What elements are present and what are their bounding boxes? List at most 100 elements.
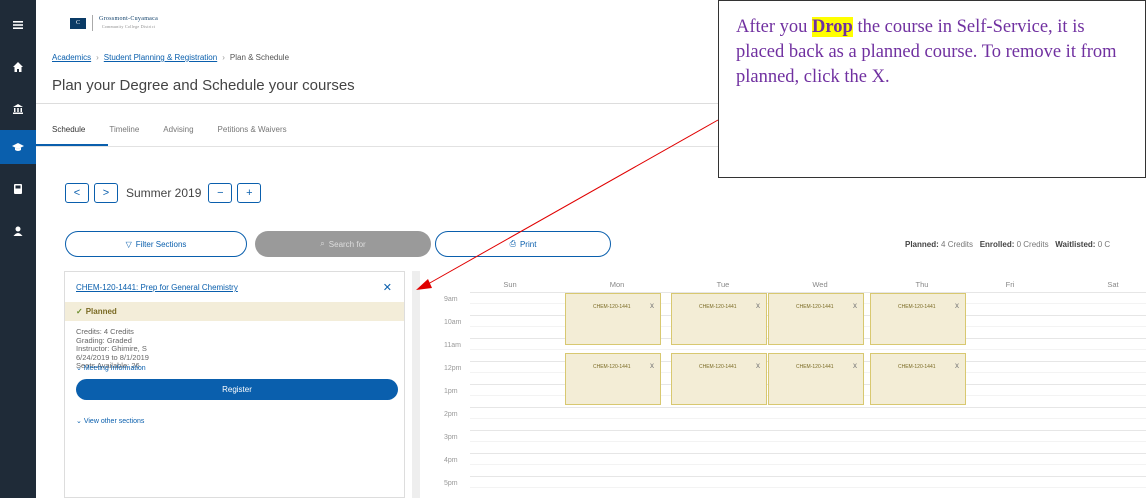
checkmark-icon: ✓ — [76, 307, 83, 316]
remove-term-button[interactable]: − — [208, 183, 233, 203]
day-header-wed: Wed — [812, 280, 828, 289]
course-event-label: CHEM-120-1441 — [898, 364, 936, 370]
left-nav — [0, 0, 36, 498]
filter-sections-label: Filter Sections — [135, 239, 187, 249]
next-term-button[interactable]: > — [94, 183, 118, 203]
breadcrumb-sep: › — [222, 53, 225, 62]
tab-schedule[interactable]: Schedule — [52, 125, 85, 143]
callout-highlight: Drop — [812, 17, 853, 37]
time-label-11am: 11am — [444, 342, 461, 349]
waitlisted-credits-label: Waitlisted: — [1055, 240, 1096, 249]
time-label-9am: 9am — [444, 296, 458, 303]
course-event-label: CHEM-120-1441 — [699, 364, 737, 370]
previous-term-button[interactable]: < — [65, 183, 89, 203]
print-button[interactable]: ⎙ Print — [435, 231, 611, 257]
time-label-10am: 10am — [444, 319, 462, 326]
half-hour-gridline — [470, 487, 1146, 488]
home-icon[interactable] — [0, 50, 36, 84]
half-hour-gridline — [470, 349, 1146, 350]
day-header-tue: Tue — [716, 280, 730, 289]
day-header-mon: Mon — [609, 280, 625, 289]
hour-gridline — [470, 453, 1146, 454]
calendar-splitter[interactable] — [412, 271, 420, 498]
term-navigator: < > Summer 2019 − + — [65, 183, 266, 203]
remove-event-icon[interactable]: x — [955, 361, 959, 370]
half-hour-gridline — [470, 464, 1146, 465]
logo-subtitle: Community College District — [101, 24, 156, 29]
course-event-label: CHEM-120-1441 — [593, 304, 631, 310]
remove-event-icon[interactable]: x — [853, 361, 857, 370]
course-event-label: CHEM-120-1441 — [593, 364, 631, 370]
day-header-fri: Fri — [1005, 280, 1015, 289]
term-label: Summer 2019 — [126, 186, 202, 200]
course-event-label: CHEM-120-1441 — [796, 304, 834, 310]
filter-sections-button[interactable]: ▽ Filter Sections — [65, 231, 247, 257]
breadcrumb-student-planning[interactable]: Student Planning & Registration — [104, 53, 217, 62]
course-event-wed[interactable]: CHEM-120-1441 x — [768, 353, 864, 405]
search-for-sections-button[interactable]: ⌕ Search for — [255, 231, 431, 257]
credit-summary: Planned: 4 Credits Enrolled: 0 Credits W… — [905, 240, 1110, 249]
enrolled-credits-value: 0 Credits — [1016, 240, 1049, 249]
day-header-sat: Sat — [1107, 280, 1119, 289]
add-term-button[interactable]: + — [237, 183, 262, 203]
hamburger-menu-icon[interactable] — [0, 8, 36, 42]
remove-event-icon[interactable]: x — [756, 361, 760, 370]
graduation-cap-icon[interactable] — [0, 130, 36, 164]
view-other-sections-toggle[interactable]: ⌄ View other sections — [76, 417, 144, 425]
enrolled-credits-label: Enrolled: — [979, 240, 1015, 249]
register-button[interactable]: Register — [76, 379, 398, 400]
day-header-thu: Thu — [915, 280, 929, 289]
tab-timeline[interactable]: Timeline — [109, 125, 139, 143]
time-label-2pm: 2pm — [444, 411, 458, 418]
meeting-information-toggle[interactable]: ⌄ Meeting Information — [76, 364, 146, 372]
breadcrumb-current: Plan & Schedule — [229, 53, 290, 62]
planned-status-label: Planned — [85, 307, 117, 316]
remove-event-icon[interactable]: x — [756, 301, 760, 310]
search-label: Search for — [328, 239, 366, 249]
remove-event-icon[interactable]: x — [955, 301, 959, 310]
tab-petitions-waivers[interactable]: Petitions & Waivers — [218, 125, 287, 143]
course-event-thu[interactable]: CHEM-120-1441 x — [870, 293, 966, 345]
course-event-thu[interactable]: CHEM-120-1441 x — [870, 353, 966, 405]
remove-event-icon[interactable]: x — [853, 301, 857, 310]
remove-course-icon[interactable]: ✕ — [383, 281, 392, 294]
print-icon: ⎙ — [509, 239, 516, 248]
course-event-mon[interactable]: CHEM-120-1441 x — [565, 293, 661, 345]
hour-gridline — [470, 476, 1146, 477]
bank-icon[interactable] — [0, 92, 36, 126]
breadcrumb-academics[interactable]: Academics — [52, 53, 91, 62]
tab-bar: Schedule Timeline Advising Petitions & W… — [52, 125, 311, 143]
time-label-5pm: 5pm — [444, 480, 458, 487]
remove-event-icon[interactable]: x — [650, 301, 654, 310]
planned-credits-label: Planned: — [905, 240, 939, 249]
course-event-label: CHEM-120-1441 — [796, 364, 834, 370]
course-event-tue[interactable]: CHEM-120-1441 x — [671, 293, 767, 345]
hour-gridline — [470, 430, 1146, 431]
meeting-information-label: Meeting Information — [83, 365, 146, 372]
course-event-label: CHEM-120-1441 — [699, 304, 737, 310]
user-icon[interactable] — [0, 214, 36, 248]
logo-separator — [92, 15, 93, 31]
breadcrumb: Academics › Student Planning & Registratio… — [52, 53, 289, 62]
course-event-mon[interactable]: CHEM-120-1441 x — [565, 353, 661, 405]
book-icon[interactable] — [0, 172, 36, 206]
course-card: CHEM-120-1441: Prep for General Chemistr… — [64, 271, 405, 498]
print-label: Print — [519, 239, 537, 249]
planned-credits-value: 4 Credits — [941, 240, 974, 249]
course-event-wed[interactable]: CHEM-120-1441 x — [768, 293, 864, 345]
course-event-tue[interactable]: CHEM-120-1441 x — [671, 353, 767, 405]
weekly-calendar: Sun Mon Tue Wed Thu Fri Sat 9am 10am 11am 12pm 1pm 2… — [430, 272, 1146, 498]
course-title-link[interactable]: CHEM-120-1441: Prep for General Chemistr… — [76, 283, 238, 292]
logo-text: Grossmont-Cuyamaca Community College Dis… — [99, 16, 158, 30]
chevron-down-icon: ⌄ — [76, 365, 82, 372]
hour-gridline — [470, 407, 1146, 408]
college-logo[interactable]: C Grossmont-Cuyamaca Community College D… — [70, 12, 158, 34]
chevron-down-icon: ⌄ — [76, 418, 82, 425]
remove-event-icon[interactable]: x — [650, 361, 654, 370]
time-label-1pm: 1pm — [444, 388, 458, 395]
page-title: Plan your Degree and Schedule your cours… — [52, 77, 355, 94]
half-hour-gridline — [470, 441, 1146, 442]
arrow-line — [427, 119, 719, 285]
tab-advising[interactable]: Advising — [163, 125, 193, 143]
half-hour-gridline — [470, 418, 1146, 419]
